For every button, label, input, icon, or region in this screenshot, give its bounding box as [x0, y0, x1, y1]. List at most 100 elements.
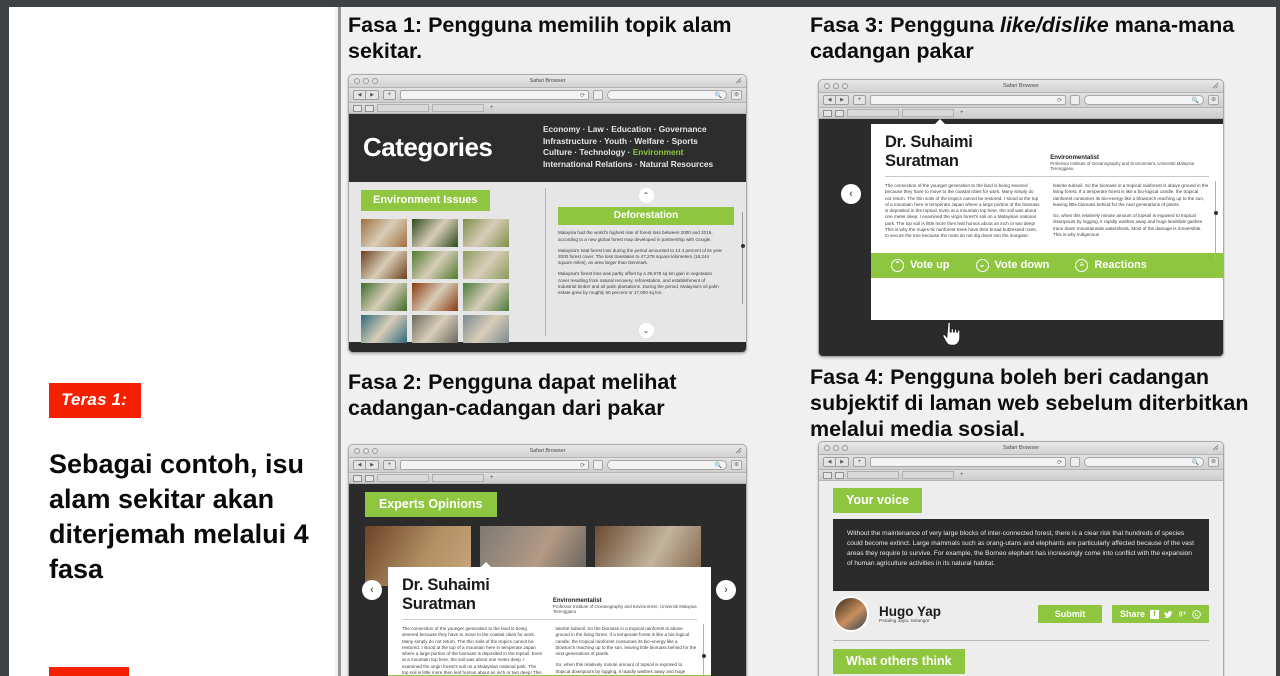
address-bar[interactable]: ⟳	[400, 460, 589, 470]
scrollbar-track[interactable]	[703, 624, 704, 676]
issue-thumbnail[interactable]	[361, 251, 407, 280]
share-icon[interactable]: ⊛	[731, 90, 742, 100]
issue-thumbnail[interactable]	[412, 283, 458, 312]
sidebar-toggle-icon[interactable]	[823, 109, 832, 117]
search-input[interactable]: 🔍	[1084, 95, 1204, 105]
address-bar[interactable]: ⟳	[400, 90, 589, 100]
resize-icon[interactable]	[735, 447, 742, 454]
scrollbar-thumb[interactable]	[1214, 211, 1218, 215]
minimize-icon[interactable]	[363, 448, 369, 454]
tab-overview-icon[interactable]	[365, 104, 374, 112]
minimize-icon[interactable]	[833, 445, 839, 451]
next-expert-button[interactable]: ›	[716, 580, 736, 600]
resize-icon[interactable]	[735, 77, 742, 84]
window-controls[interactable]	[354, 448, 378, 454]
address-bar-end[interactable]	[1070, 457, 1080, 467]
share-icon[interactable]: ⊛	[731, 460, 742, 470]
resize-icon[interactable]	[1212, 82, 1219, 89]
browser-bookmarks-bar[interactable]: +	[349, 103, 746, 114]
close-icon[interactable]	[824, 445, 830, 451]
close-icon[interactable]	[354, 448, 360, 454]
maximize-icon[interactable]	[372, 78, 378, 84]
forward-icon[interactable]: ▶	[366, 90, 379, 100]
browser-toolbar[interactable]: ◀ ▶ + ⟳ 🔍 ⊛	[819, 455, 1223, 470]
issue-thumbnail[interactable]	[412, 251, 458, 280]
new-tab-button[interactable]: +	[957, 109, 967, 117]
scrollbar-track[interactable]	[1215, 181, 1216, 259]
scrollbar-thumb[interactable]	[702, 654, 706, 658]
browser-bookmarks-bar[interactable]: +	[819, 470, 1223, 481]
back-icon[interactable]: ◀	[823, 457, 836, 467]
categories-line-1[interactable]: Economy · Law · Education · Governance	[543, 124, 713, 136]
maximize-icon[interactable]	[842, 83, 848, 89]
browser-toolbar[interactable]: ◀ ▶ + ⟳ 🔍 ⊛	[349, 88, 746, 103]
issue-thumbnail[interactable]	[463, 251, 509, 280]
tab-overview-icon[interactable]	[365, 474, 374, 482]
sidebar-toggle-icon[interactable]	[353, 474, 362, 482]
sidebar-toggle-icon[interactable]	[823, 471, 832, 479]
address-bar[interactable]: ⟳	[870, 95, 1066, 105]
window-controls[interactable]	[354, 78, 378, 84]
issue-thumbnail[interactable]	[463, 219, 509, 248]
category-environment-active[interactable]: Environment	[633, 147, 684, 157]
categories-line-3[interactable]: Culture · Technology · Environment	[543, 147, 713, 159]
address-bar[interactable]: ⟳	[870, 457, 1066, 467]
nav-buttons[interactable]: ◀ ▶	[353, 460, 379, 470]
add-icon[interactable]: +	[853, 457, 866, 467]
forward-icon[interactable]: ▶	[836, 95, 849, 105]
minimize-icon[interactable]	[363, 78, 369, 84]
fasa3-browser-window[interactable]: Safari Browser ◀ ▶ + ⟳ 🔍 ⊛ + ‹ Dr. Suhai…	[818, 79, 1224, 357]
whatsapp-icon[interactable]	[1192, 609, 1201, 619]
new-tab-button[interactable]: +	[957, 471, 967, 479]
search-input[interactable]: 🔍	[1084, 457, 1204, 467]
submit-button[interactable]: Submit	[1037, 605, 1102, 623]
add-icon[interactable]: +	[853, 95, 866, 105]
comment-textarea[interactable]: Without the maintenance of very large bl…	[833, 519, 1209, 591]
vote-down-button[interactable]: ⌄ Vote down	[975, 258, 1049, 272]
back-icon[interactable]: ◀	[353, 90, 366, 100]
reload-icon[interactable]: ⟳	[580, 462, 585, 469]
back-icon[interactable]: ◀	[353, 460, 366, 470]
fasa1-browser-window[interactable]: Safari Browser ◀ ▶ + ⟳ 🔍 ⊛ + Categories …	[348, 74, 747, 353]
share-button[interactable]: Share f g+	[1111, 605, 1209, 623]
browser-tab[interactable]	[432, 104, 484, 112]
browser-toolbar[interactable]: ◀ ▶ + ⟳ 🔍 ⊛	[349, 458, 746, 473]
prev-expert-button[interactable]: ‹	[841, 184, 861, 204]
issue-thumbnail[interactable]	[361, 283, 407, 312]
fasa4-browser-window[interactable]: Safari Browser ◀ ▶ + ⟳ 🔍 ⊛ + Your voice …	[818, 441, 1224, 676]
browser-tab[interactable]	[377, 474, 429, 482]
address-bar-end[interactable]	[1070, 95, 1080, 105]
browser-toolbar[interactable]: ◀ ▶ + ⟳ 🔍 ⊛	[819, 93, 1223, 108]
reload-icon[interactable]: ⟳	[1057, 97, 1062, 104]
tab-overview-icon[interactable]	[835, 109, 844, 117]
browser-bookmarks-bar[interactable]: +	[349, 473, 746, 484]
issue-thumbnail[interactable]	[463, 283, 509, 312]
issue-thumbnail[interactable]	[463, 315, 509, 344]
close-icon[interactable]	[354, 78, 360, 84]
sidebar-toggle-icon[interactable]	[353, 104, 362, 112]
back-icon[interactable]: ◀	[823, 95, 836, 105]
twitter-icon[interactable]	[1164, 610, 1173, 619]
prev-expert-button[interactable]: ‹	[362, 580, 382, 600]
minimize-icon[interactable]	[833, 83, 839, 89]
browser-tab[interactable]	[847, 109, 899, 117]
add-icon[interactable]: +	[383, 90, 396, 100]
issue-thumbnail[interactable]	[412, 315, 458, 344]
forward-icon[interactable]: ▶	[366, 460, 379, 470]
browser-tab[interactable]	[902, 109, 954, 117]
issue-thumbnail[interactable]	[412, 219, 458, 248]
categories-line-4[interactable]: International Relations · Natural Resour…	[543, 159, 713, 171]
scrollbar-thumb[interactable]	[741, 244, 745, 249]
categories-line-2[interactable]: Infrastructure · Youth · Welfare · Sport…	[543, 136, 713, 148]
scroll-up-button[interactable]: ⌃	[558, 188, 734, 204]
vote-up-button[interactable]: ⌃ Vote up	[891, 258, 950, 272]
nav-buttons[interactable]: ◀ ▶	[823, 457, 849, 467]
reload-icon[interactable]: ⟳	[580, 92, 585, 99]
address-bar-end[interactable]	[593, 90, 603, 100]
share-icon[interactable]: ⊛	[1208, 457, 1219, 467]
browser-tab[interactable]	[432, 474, 484, 482]
issue-thumbnail[interactable]	[361, 219, 407, 248]
issue-thumbnail-grid[interactable]	[361, 219, 535, 344]
fasa2-browser-window[interactable]: Safari Browser ◀ ▶ + ⟳ 🔍 ⊛ + Experts Opi…	[348, 444, 747, 676]
window-controls[interactable]	[824, 445, 848, 451]
